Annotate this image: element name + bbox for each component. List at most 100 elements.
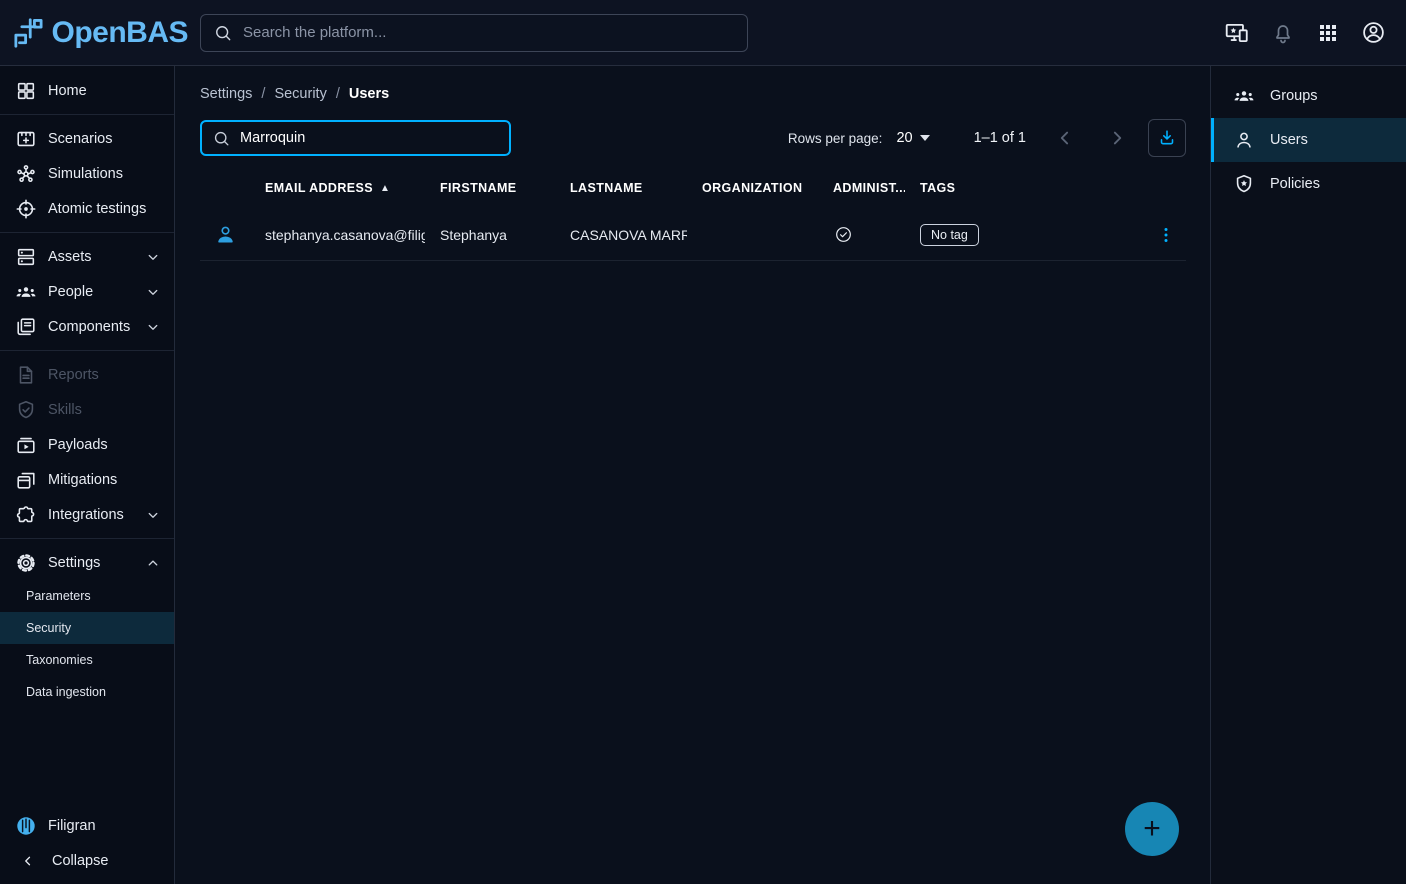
admin-check-icon bbox=[834, 225, 853, 244]
filter-search[interactable] bbox=[200, 120, 511, 156]
breadcrumb-security[interactable]: Security bbox=[274, 86, 326, 102]
sidebar-item-label: Integrations bbox=[48, 507, 124, 523]
sidebar-item-payloads[interactable]: Payloads bbox=[0, 427, 174, 462]
header-tags[interactable]: TAGS bbox=[905, 181, 1146, 195]
puzzle-icon bbox=[15, 504, 37, 526]
person-icon bbox=[214, 223, 237, 246]
cell-lastname: CASANOVA MARR... bbox=[555, 227, 687, 243]
chevron-down-icon bbox=[144, 248, 162, 266]
header-administrator[interactable]: ADMINIST... bbox=[818, 181, 905, 195]
table-row[interactable]: stephanya.casanova@filig... Stephanya CA… bbox=[200, 209, 1186, 261]
sidebar-subitem-taxonomies[interactable]: Taxonomies bbox=[0, 644, 174, 676]
tab-label: Groups bbox=[1270, 88, 1318, 104]
tab-label: Policies bbox=[1270, 176, 1320, 192]
sidebar-item-atomic-testings[interactable]: Atomic testings bbox=[0, 191, 174, 226]
apps-button[interactable] bbox=[1314, 19, 1342, 47]
export-button[interactable] bbox=[1148, 119, 1186, 157]
groups-icon bbox=[15, 281, 37, 303]
rows-per-page-select[interactable]: 20 bbox=[896, 130, 929, 146]
cell-actions bbox=[1146, 223, 1186, 247]
devices-button[interactable] bbox=[1222, 18, 1252, 48]
shield-check-icon bbox=[15, 399, 37, 421]
main-content: Settings / Security / Users Rows per pag… bbox=[175, 66, 1210, 884]
sidebar-item-reports: Reports bbox=[0, 357, 174, 392]
tab-policies[interactable]: Policies bbox=[1211, 162, 1406, 206]
sidebar-item-label: People bbox=[48, 284, 93, 300]
next-page-button[interactable] bbox=[1104, 125, 1130, 151]
header-firstname[interactable]: FIRSTNAME bbox=[425, 181, 555, 195]
header-label: TAGS bbox=[920, 181, 955, 195]
platform-search-input[interactable] bbox=[243, 24, 735, 41]
bell-icon bbox=[1271, 21, 1295, 45]
sidebar-item-simulations[interactable]: Simulations bbox=[0, 156, 174, 191]
tag-chip[interactable]: No tag bbox=[920, 224, 979, 246]
account-circle-icon bbox=[1361, 20, 1386, 45]
sidebar-subitem-label: Data ingestion bbox=[26, 685, 106, 699]
account-button[interactable] bbox=[1359, 18, 1388, 47]
header-email-address[interactable]: EMAIL ADDRESS ▲ bbox=[250, 181, 425, 195]
header-label: ADMINIST... bbox=[833, 181, 905, 195]
download-icon bbox=[1156, 127, 1178, 149]
dns-icon bbox=[15, 246, 37, 268]
openbas-logo-icon bbox=[10, 13, 43, 53]
caret-down-icon bbox=[920, 135, 930, 141]
sidebar-item-components[interactable]: Components bbox=[0, 309, 174, 344]
sidebar-subitem-label: Taxonomies bbox=[26, 653, 93, 667]
add-user-button[interactable]: + bbox=[1125, 802, 1179, 856]
sidebar-item-settings[interactable]: Settings bbox=[0, 545, 174, 580]
shield-star-icon bbox=[1233, 173, 1255, 195]
sort-asc-icon: ▲ bbox=[380, 183, 390, 194]
movie-icon bbox=[15, 128, 37, 150]
search-icon bbox=[212, 129, 231, 148]
topbar: OpenBAS bbox=[0, 0, 1406, 66]
tab-groups[interactable]: Groups bbox=[1211, 74, 1406, 118]
platform-search[interactable] bbox=[200, 14, 748, 52]
sidebar-item-assets[interactable]: Assets bbox=[0, 239, 174, 274]
tab-users[interactable]: Users bbox=[1211, 118, 1406, 162]
breadcrumb: Settings / Security / Users bbox=[175, 66, 1210, 102]
filter-search-input[interactable] bbox=[240, 130, 499, 146]
cell-firstname: Stephanya bbox=[425, 227, 555, 243]
sidebar-item-label: Home bbox=[48, 83, 87, 99]
sidebar-item-home[interactable]: Home bbox=[0, 73, 174, 108]
sidebar-subitem-security[interactable]: Security bbox=[0, 612, 174, 644]
previous-page-button[interactable] bbox=[1052, 125, 1078, 151]
collapse-button[interactable]: Collapse bbox=[0, 843, 174, 878]
gear-icon bbox=[15, 552, 37, 574]
dashboard-icon bbox=[15, 80, 37, 102]
header-organization[interactable]: ORGANIZATION bbox=[687, 181, 818, 195]
rows-per-page-value: 20 bbox=[896, 130, 912, 146]
rows-per-page-label: Rows per page: bbox=[788, 131, 883, 146]
sidebar-item-label: Simulations bbox=[48, 166, 123, 182]
divider bbox=[0, 114, 174, 115]
notifications-button[interactable] bbox=[1269, 19, 1297, 47]
row-menu-button[interactable] bbox=[1154, 223, 1178, 247]
sidebar-item-mitigations[interactable]: Mitigations bbox=[0, 462, 174, 497]
sidebar-item-integrations[interactable]: Integrations bbox=[0, 497, 174, 532]
header-label: LASTNAME bbox=[570, 181, 643, 195]
table-toolbar: Rows per page: 20 1–1 of 1 bbox=[200, 119, 1186, 157]
openbas-logo[interactable]: OpenBAS bbox=[0, 13, 188, 53]
chevron-left-icon bbox=[1052, 125, 1078, 151]
breadcrumb-settings[interactable]: Settings bbox=[200, 86, 252, 102]
chevron-right-icon bbox=[1104, 125, 1130, 151]
sidebar-item-label: Payloads bbox=[48, 437, 108, 453]
header-lastname[interactable]: LASTNAME bbox=[555, 181, 687, 195]
sidebar-item-label: Settings bbox=[48, 555, 100, 571]
filigran-link[interactable]: Filigran bbox=[0, 808, 174, 843]
file-icon bbox=[15, 364, 37, 386]
sidebar-subitem-parameters[interactable]: Parameters bbox=[0, 580, 174, 612]
kebab-icon bbox=[1156, 225, 1176, 245]
sidebar-item-scenarios[interactable]: Scenarios bbox=[0, 121, 174, 156]
header-label: ORGANIZATION bbox=[702, 181, 802, 195]
sidebar-item-label: Skills bbox=[48, 402, 82, 418]
header-label: FIRSTNAME bbox=[440, 181, 517, 195]
divider bbox=[0, 538, 174, 539]
header-label: EMAIL ADDRESS bbox=[265, 181, 373, 195]
sidebar-subitem-label: Security bbox=[26, 621, 71, 635]
chevron-left-icon bbox=[17, 852, 39, 870]
collections-icon bbox=[15, 316, 37, 338]
left-sidebar: Home Scenarios Simulations Atomic testin… bbox=[0, 66, 175, 884]
sidebar-item-people[interactable]: People bbox=[0, 274, 174, 309]
sidebar-subitem-data-ingestion[interactable]: Data ingestion bbox=[0, 676, 174, 708]
